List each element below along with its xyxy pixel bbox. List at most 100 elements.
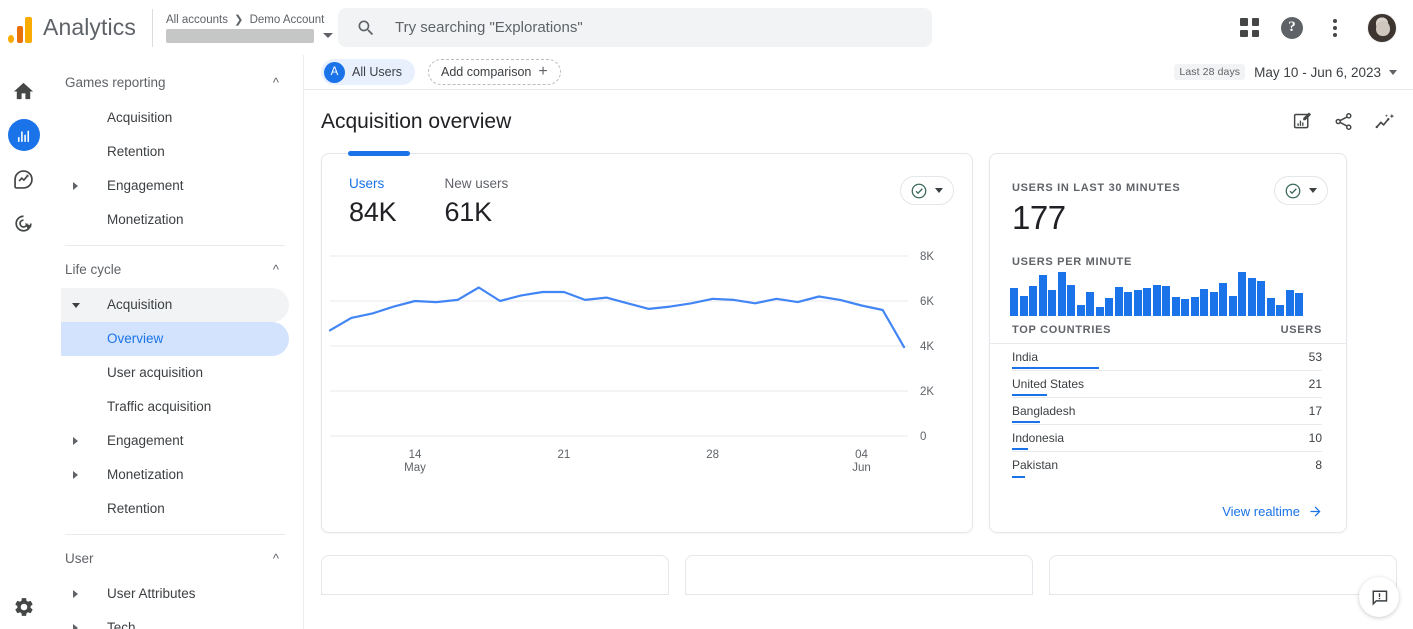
- users-per-minute-label: USERS PER MINUTE: [1012, 256, 1132, 268]
- chevron-up-icon[interactable]: ^: [273, 552, 279, 565]
- country-name: Pakistan: [1012, 458, 1059, 472]
- sidebar-item-acquisition[interactable]: Acquisition: [61, 288, 289, 322]
- more-options-icon[interactable]: [1325, 18, 1345, 37]
- divider: [151, 8, 153, 47]
- advertising-target-icon[interactable]: [8, 207, 40, 239]
- bar: [1266, 298, 1275, 316]
- sidebar-section-games-reporting[interactable]: Games reporting ^: [61, 65, 289, 99]
- data-quality-dropdown-realtime[interactable]: [1274, 176, 1328, 205]
- sidebar-item-label: Monetization: [107, 212, 184, 228]
- bar: [1152, 285, 1161, 316]
- sidebar-item-engagement[interactable]: Engagement: [61, 424, 289, 458]
- table-row[interactable]: Pakistan 8: [1012, 452, 1322, 479]
- search-icon: [358, 20, 374, 35]
- chevron-down-icon: [72, 302, 80, 308]
- bottom-card-3[interactable]: [1049, 555, 1397, 595]
- breadcrumb-current-account[interactable]: Demo Account: [250, 14, 325, 26]
- view-realtime-link[interactable]: View realtime: [1222, 504, 1323, 519]
- sidebar-item-label: Retention: [107, 501, 165, 517]
- analytics-logo-icon[interactable]: [0, 13, 34, 43]
- chip-label: All Users: [352, 65, 403, 79]
- sidebar-section-life-cycle[interactable]: Life cycle ^: [61, 252, 289, 286]
- table-row[interactable]: India 53: [1012, 344, 1322, 371]
- property-selector-placeholder[interactable]: [165, 28, 314, 43]
- account-selector[interactable]: All accounts ❯ Demo Account: [165, 13, 336, 43]
- metric-value: 84K: [349, 197, 397, 227]
- breadcrumb-all-accounts[interactable]: All accounts: [166, 14, 228, 26]
- bar: [1162, 286, 1170, 316]
- chip-all-users[interactable]: A All Users: [321, 59, 416, 85]
- sidebar-item-tech[interactable]: Tech: [61, 611, 289, 629]
- sidebar-item-games-engagement[interactable]: Engagement: [61, 169, 289, 203]
- chevron-down-icon: [1309, 188, 1317, 193]
- feedback-icon[interactable]: [1359, 577, 1399, 617]
- home-icon[interactable]: [8, 75, 40, 107]
- sidebar-item-user-acquisition[interactable]: User acquisition: [61, 356, 289, 390]
- bar: [1228, 296, 1237, 316]
- chevron-down-icon: [935, 188, 943, 193]
- tab-new-users[interactable]: New users 61K: [444, 176, 508, 228]
- country-users: 10: [1308, 431, 1322, 445]
- chevron-right-icon: [73, 437, 78, 445]
- page-header: Acquisition overview: [304, 90, 1413, 153]
- sidebar-item-monetization[interactable]: Monetization: [61, 458, 289, 492]
- chevron-right-icon: [73, 182, 78, 190]
- sidebar-item-overview[interactable]: Overview: [61, 322, 289, 356]
- bar: [1124, 292, 1132, 316]
- logo-bar-medium: [16, 25, 23, 43]
- insights-icon[interactable]: [1374, 111, 1396, 133]
- bottom-card-1[interactable]: [321, 555, 669, 595]
- add-comparison-button[interactable]: Add comparison +: [428, 59, 561, 85]
- data-quality-dropdown-chart[interactable]: [900, 176, 954, 205]
- sidebar-item-retention[interactable]: Retention: [61, 492, 289, 526]
- country-bar: [1012, 393, 1047, 396]
- share-icon[interactable]: [1333, 111, 1354, 132]
- help-icon[interactable]: ?: [1281, 16, 1303, 39]
- check-circle-icon: [911, 183, 927, 198]
- bar: [1143, 288, 1151, 316]
- left-nav-rail: [0, 55, 47, 629]
- sidebar-item-label: Acquisition: [107, 110, 173, 126]
- sidebar-item-traffic-acquisition[interactable]: Traffic acquisition: [61, 390, 289, 424]
- country-users: 53: [1308, 350, 1322, 364]
- gear-icon[interactable]: [13, 596, 35, 623]
- y-axis-tick-label: 8K: [920, 251, 934, 263]
- country-bar: [1012, 420, 1040, 423]
- bar: [1105, 298, 1113, 316]
- sidebar-item-games-retention[interactable]: Retention: [61, 135, 289, 169]
- chevron-right-icon: ❯: [234, 13, 244, 26]
- explore-icon[interactable]: [8, 163, 40, 195]
- sidebar-section-label: Games reporting: [65, 74, 166, 90]
- avatar[interactable]: [1367, 12, 1397, 43]
- metric-name: Users: [349, 176, 385, 191]
- y-axis-tick-label: 0: [920, 431, 926, 443]
- table-row[interactable]: Indonesia 10: [1012, 425, 1322, 452]
- chip-avatar: A: [324, 61, 345, 83]
- sidebar-item-games-monetization[interactable]: Monetization: [61, 203, 289, 237]
- table-row[interactable]: United States 21: [1012, 371, 1322, 398]
- x-axis-tick-sublabel: May: [404, 462, 426, 474]
- table-row[interactable]: Bangladesh 17: [1012, 398, 1322, 425]
- apps-grid-icon[interactable]: [1240, 18, 1259, 37]
- chevron-up-icon[interactable]: ^: [273, 263, 279, 276]
- y-axis-tick-label: 4K: [920, 341, 934, 353]
- arrow-right-icon: [1310, 506, 1321, 517]
- chevron-down-icon[interactable]: [322, 33, 333, 38]
- cards-row: Users 84K New users 61K 0 2K 4K 6K 8K 14 May 21…: [304, 151, 1413, 533]
- sidebar-item-user-attributes[interactable]: User Attributes: [61, 577, 289, 611]
- search-bar[interactable]: [338, 8, 932, 47]
- sidebar-item-games-acquisition[interactable]: Acquisition: [61, 101, 289, 135]
- chevron-down-icon: [1389, 69, 1397, 75]
- sidebar-section-user[interactable]: User ^: [61, 541, 289, 575]
- logo-bar-tall: [25, 16, 32, 43]
- search-input[interactable]: [393, 18, 903, 37]
- bar: [1133, 290, 1142, 316]
- bottom-card-2[interactable]: [685, 555, 1033, 595]
- chevron-up-icon[interactable]: ^: [273, 76, 279, 89]
- reports-bar-chart-icon[interactable]: [7, 119, 40, 151]
- breadcrumb: All accounts ❯ Demo Account: [166, 13, 336, 26]
- date-range-selector[interactable]: Last 28 days May 10 - Jun 6, 2023: [1174, 64, 1397, 80]
- tab-users[interactable]: Users 84K: [349, 176, 397, 228]
- edit-chart-icon[interactable]: [1292, 111, 1313, 132]
- bar: [1029, 286, 1037, 316]
